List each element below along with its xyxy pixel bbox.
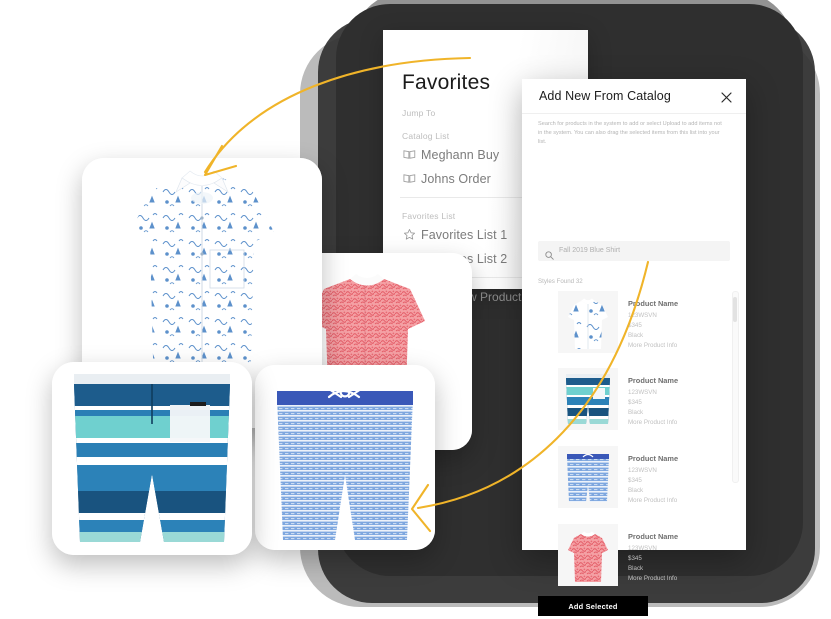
book-icon xyxy=(403,148,416,161)
product-more-info-link[interactable]: More Product Info xyxy=(628,419,677,426)
product-name: Product Name xyxy=(628,454,679,463)
product-more-info-link[interactable]: More Product Info xyxy=(628,497,677,504)
product-price: $345 xyxy=(628,555,642,562)
close-icon[interactable] xyxy=(721,90,732,103)
catalog-item-meghann-buy[interactable]: Meghann Buy xyxy=(421,148,499,162)
search-placeholder: Fall 2019 Blue Shirt xyxy=(559,247,621,254)
product-name: Product Name xyxy=(628,299,679,308)
product-color: Black xyxy=(628,487,644,494)
product-color: Black xyxy=(628,565,644,572)
product-sku: 123WSVN xyxy=(628,389,657,396)
modal-title: Add New From Catalog xyxy=(539,89,671,103)
screenshot-root: Favorites Jump To Catalog List Meghann B… xyxy=(0,0,831,619)
product-price: $345 xyxy=(628,322,642,329)
product-thumbnail xyxy=(558,291,618,353)
scrollbar-thumb[interactable] xyxy=(733,297,737,322)
product-thumbnail xyxy=(558,446,618,508)
list-item[interactable]: Product Name 123WSVN $345 Black More Pro… xyxy=(538,524,732,594)
product-name: Product Name xyxy=(628,532,679,541)
product-color: Black xyxy=(628,409,644,416)
product-more-info-link[interactable]: More Product Info xyxy=(628,342,677,349)
product-color: Black xyxy=(628,332,644,339)
favorites-item-1[interactable]: Favorites List 1 xyxy=(421,228,507,242)
catalog-item-johns-order[interactable]: Johns Order xyxy=(421,172,491,186)
catalog-list-label: Catalog List xyxy=(402,131,450,141)
add-selected-button[interactable]: Add Selected xyxy=(538,596,648,616)
product-more-info-link[interactable]: More Product Info xyxy=(628,575,677,582)
styles-found-count: 32 xyxy=(575,278,583,285)
light-blue-board-shorts-photo xyxy=(255,365,435,550)
product-sku: 123WSVN xyxy=(628,545,657,552)
product-sku: 123WSVN xyxy=(628,312,657,319)
product-list[interactable]: Product Name 123WSVN $345 Black More Pro… xyxy=(538,291,738,586)
product-name: Product Name xyxy=(628,376,679,385)
list-item[interactable]: Product Name 123WSVN $345 Black More Pro… xyxy=(538,446,732,516)
star-icon xyxy=(403,228,416,241)
jump-to-label: Jump To xyxy=(402,108,436,118)
product-price: $345 xyxy=(628,399,642,406)
page-title: Favorites xyxy=(402,71,491,94)
product-sku: 123WSVN xyxy=(628,467,657,474)
add-new-from-catalog-modal: Add New From Catalog Search for products… xyxy=(522,79,746,616)
styles-found-label: Styles Found 32 xyxy=(538,278,583,285)
product-thumbnail xyxy=(558,524,618,586)
search-icon xyxy=(545,247,554,260)
list-item[interactable]: Product Name 123WSVN $345 Black More Pro… xyxy=(538,291,732,361)
book-icon xyxy=(403,172,416,185)
modal-description: Search for products in the system to add… xyxy=(538,121,722,146)
list-item[interactable]: Product Name 123WSVN $345 Black More Pro… xyxy=(538,368,732,438)
product-thumbnail xyxy=(558,368,618,430)
styles-found-text: Styles Found xyxy=(538,278,575,285)
favorites-list-label: Favorites List xyxy=(402,211,456,221)
product-price: $345 xyxy=(628,477,642,484)
search-input[interactable]: Fall 2019 Blue Shirt xyxy=(538,241,730,261)
striped-swim-trunks-photo xyxy=(52,362,252,555)
